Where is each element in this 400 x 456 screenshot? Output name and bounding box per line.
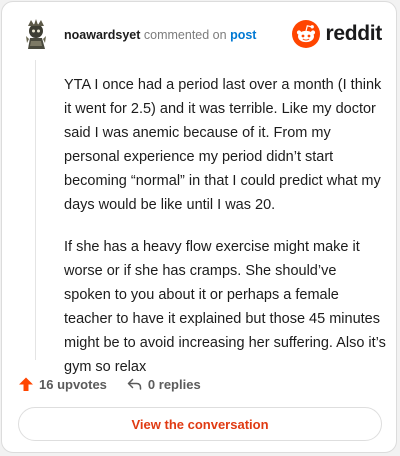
comment-body: YTA I once had a period last over a mont…: [64, 73, 386, 397]
upvote-arrow-icon: [19, 377, 33, 391]
comment-stats: 16 upvotes 0 replies: [18, 374, 201, 394]
comment-byline: noawardsyet commented on post: [64, 27, 256, 43]
username-link[interactable]: noawardsyet: [64, 28, 140, 42]
view-conversation-button[interactable]: View the conversation: [18, 407, 382, 441]
action-text: commented on: [143, 28, 227, 42]
replies-stat[interactable]: 0 replies: [126, 376, 201, 392]
user-avatar-icon[interactable]: [18, 16, 54, 52]
thread-line: [35, 60, 36, 360]
reddit-brand[interactable]: reddit: [292, 20, 382, 48]
comment-paragraph-1: YTA I once had a period last over a mont…: [64, 77, 382, 213]
comment-paragraph-2: If she has a heavy flow exercise might m…: [64, 239, 386, 375]
upvotes-stat[interactable]: 16 upvotes: [18, 376, 107, 392]
reply-arrow-icon: [127, 378, 142, 390]
comment-card: noawardsyet commented on post reddit YTA…: [1, 1, 397, 453]
reddit-wordmark: reddit: [325, 22, 382, 45]
post-link[interactable]: post: [230, 28, 256, 42]
reddit-snoo-icon: [292, 20, 321, 48]
replies-count: 0 replies: [147, 376, 201, 392]
comment-header: noawardsyet commented on post reddit: [18, 16, 382, 52]
upvotes-count: 16 upvotes: [39, 376, 107, 392]
